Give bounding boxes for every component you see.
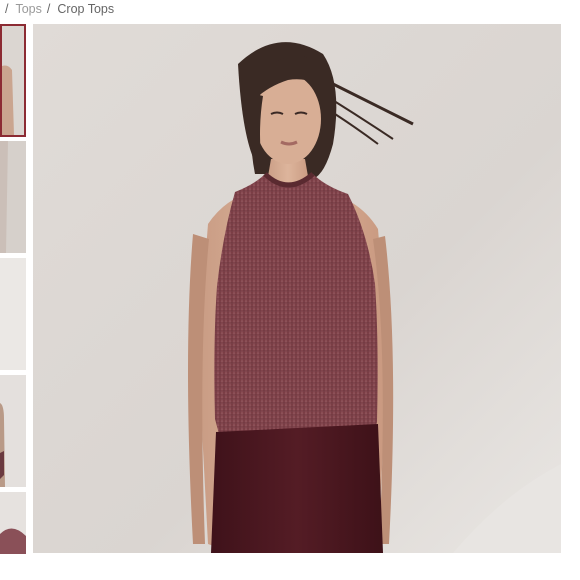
thumbnail-image: [0, 141, 26, 253]
breadcrumb-link-tops[interactable]: Tops: [15, 2, 41, 16]
thumbnail-image: [0, 492, 26, 554]
product-thumbnail-5[interactable]: [0, 492, 26, 554]
product-main-image[interactable]: [33, 24, 561, 553]
product-thumbnail-2[interactable]: [0, 141, 26, 253]
product-thumbnail-3[interactable]: [0, 258, 26, 370]
breadcrumb: / Tops / Crop Tops: [0, 0, 114, 18]
product-thumbnail-4[interactable]: [0, 375, 26, 487]
model-photo: [33, 24, 561, 553]
thumbnail-image: [2, 26, 24, 135]
breadcrumb-separator: /: [5, 2, 9, 16]
thumbnail-image: [0, 375, 26, 487]
thumbnail-strip: [0, 24, 27, 554]
product-thumbnail-1[interactable]: [0, 24, 26, 137]
thumbnail-image: [0, 258, 26, 370]
product-page: / Tops / Crop Tops: [0, 0, 580, 580]
breadcrumb-separator: /: [46, 2, 51, 16]
breadcrumb-current-crop-tops: Crop Tops: [57, 2, 115, 16]
